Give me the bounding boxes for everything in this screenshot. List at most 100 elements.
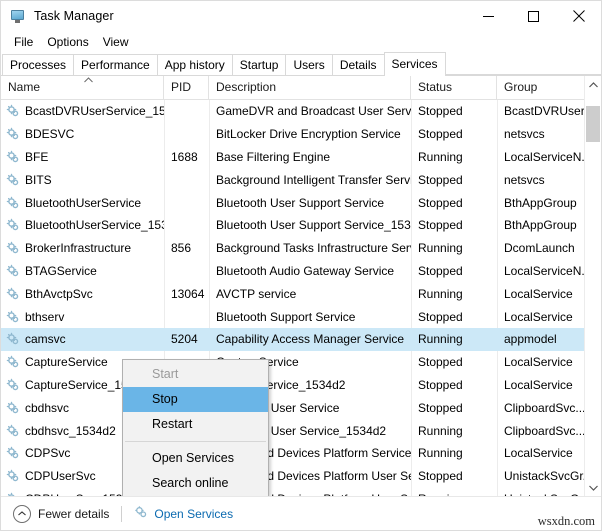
service-gear-icon [6, 287, 20, 301]
service-name-label: BTAGService [25, 263, 97, 278]
cell-name: BrokerInfrastructure [1, 241, 164, 255]
table-row[interactable]: CDPSvc Connected Devices Platform Service… [1, 442, 584, 465]
service-name-label: BFE [25, 149, 49, 164]
cell-status: Stopped [418, 400, 463, 415]
cell-pid: 5204 [171, 332, 198, 347]
table-row[interactable]: CaptureServiceCaptureServiceStoppedLocal… [1, 351, 584, 374]
maximize-button[interactable] [511, 1, 556, 31]
column-header-row: Name PID Description Status Group [1, 76, 601, 100]
scroll-up-button[interactable] [585, 76, 601, 93]
menu-options[interactable]: Options [40, 33, 95, 51]
chevron-up-icon [13, 504, 31, 523]
column-header-group[interactable]: Group [497, 76, 586, 99]
service-gear-icon [6, 310, 20, 324]
service-rows[interactable]: BcastDVRUserService_1534d2 GameDVR and Br… [1, 100, 584, 496]
cell-description: Background Intelligent Transfer Servi... [216, 172, 411, 187]
cell-status: Stopped [418, 218, 463, 233]
service-gear-icon [6, 196, 20, 210]
services-list: Name PID Description Status Group BcastD [1, 76, 601, 496]
service-gear-icon [6, 424, 20, 438]
column-header-name[interactable]: Name [1, 76, 164, 99]
cell-name: BFE [1, 150, 164, 164]
tab-app-history[interactable]: App history [156, 54, 233, 75]
tab-processes[interactable]: Processes [2, 54, 75, 75]
cell-status: Stopped [418, 195, 463, 210]
table-row[interactable]: bthserv Bluetooth Support Service Stopped L… [1, 305, 584, 328]
cell-name: BluetoothUserService_1534d2 [1, 218, 164, 232]
cell-status: Stopped [418, 127, 463, 142]
table-row[interactable]: BcastDVRUserService_1534d2 GameDVR and Br… [1, 100, 584, 123]
tab-strip: Processes Performance App history Startu… [1, 52, 601, 76]
cell-group: LocalService [504, 377, 573, 392]
table-row[interactable]: BDESVC BitLocker Drive Encryption Service… [1, 123, 584, 146]
service-name-label: CDPSvc [25, 446, 71, 461]
service-name-label: BDESVC [25, 127, 75, 142]
cell-group: BcastDVRUser... [504, 104, 584, 119]
table-row[interactable]: BrokerInfrastructure 856 Background Tasks … [1, 237, 584, 260]
context-menu-item-restart[interactable]: Restart [123, 412, 268, 437]
minimize-button[interactable] [466, 1, 511, 31]
table-row[interactable]: BluetoothUserService Bluetooth User Suppo… [1, 191, 584, 214]
table-row[interactable]: CDPUserSvc_1534d2Connected Devices Platf… [1, 488, 584, 496]
table-row[interactable]: cbdhsvc_1534d2 Clipboard User Service_153… [1, 419, 584, 442]
scrollbar-thumb[interactable] [586, 106, 600, 142]
table-row[interactable]: BITS Background Intelligent Transfer Serv… [1, 168, 584, 191]
context-menu-item-open-services[interactable]: Open Services [123, 446, 268, 471]
table-row[interactable]: BthAvctpSvc 13064 AVCTP service Running Loca… [1, 282, 584, 305]
table-row[interactable]: CaptureService_1534d2 CaptureService_1534… [1, 374, 584, 397]
menu-view[interactable]: View [96, 33, 136, 51]
service-gear-icon [6, 241, 20, 255]
cell-status: Running [418, 332, 463, 347]
service-name-label: BrokerInfrastructure [25, 241, 132, 256]
open-services-link[interactable]: Open Services [134, 505, 233, 522]
scroll-down-button[interactable] [585, 479, 601, 496]
cell-status: Running [418, 241, 463, 256]
cell-name: bthserv [1, 310, 164, 324]
tab-filler [444, 53, 601, 75]
task-manager-window: Task Manager File Options View Processes… [0, 0, 602, 531]
service-name-label: cbdhsvc [25, 400, 70, 415]
menu-file[interactable]: File [7, 33, 40, 51]
tab-performance[interactable]: Performance [73, 54, 158, 75]
cell-description: Bluetooth User Support Service [216, 195, 385, 210]
column-header-status[interactable]: Status [411, 76, 497, 99]
table-row[interactable]: BluetoothUserService_1534d2 Bluetooth Use… [1, 214, 584, 237]
context-menu-item-search-online[interactable]: Search online [123, 471, 268, 496]
cell-group: ClipboardSvc... [504, 423, 584, 438]
task-manager-icon [10, 8, 26, 24]
fewer-details-button[interactable]: Fewer details [13, 504, 109, 523]
tab-services[interactable]: Services [383, 52, 446, 76]
table-row[interactable]: CDPUserSvc Connected Devices Platform Use… [1, 465, 584, 488]
service-name-label: camsvc [25, 332, 66, 347]
table-row[interactable]: BTAGService Bluetooth Audio Gateway Servi… [1, 260, 584, 283]
cell-group: LocalServiceN... [504, 263, 584, 278]
table-row[interactable]: BFE 1688 Base Filtering Engine Running Local… [1, 146, 584, 169]
cell-group: netsvcs [504, 172, 545, 187]
context-menu-item-start: Start [152, 367, 179, 381]
cell-description: Background Tasks Infrastructure Serv... [216, 241, 411, 256]
column-header-description-label: Description [216, 80, 277, 94]
cell-group: UnistackSvcGr... [504, 469, 584, 484]
service-gear-icon [6, 332, 20, 346]
cell-description: BitLocker Drive Encryption Service [216, 127, 401, 142]
context-menu-item-stop[interactable]: Stop [123, 387, 268, 412]
cell-name: BcastDVRUserService_1534d2 [1, 104, 164, 118]
column-header-pid[interactable]: PID [164, 76, 209, 99]
tab-users[interactable]: Users [285, 54, 333, 75]
cell-pid: 856 [171, 241, 192, 256]
cell-description: Bluetooth Audio Gateway Service [216, 263, 395, 278]
cell-group: appmodel [504, 332, 557, 347]
tab-details[interactable]: Details [331, 54, 385, 75]
table-row[interactable]: cbdhsvc Clipboard User Service Stopped Clip… [1, 396, 584, 419]
table-row[interactable]: camsvc 5204 Capability Access Manager Serv… [1, 327, 584, 351]
service-context-menu[interactable]: Start Stop Restart Open Services Search onli… [122, 359, 269, 496]
sort-ascending-icon [84, 77, 93, 83]
vertical-scrollbar[interactable] [584, 76, 601, 496]
service-gear-icon [6, 378, 20, 392]
column-header-description[interactable]: Description [209, 76, 411, 99]
tab-startup[interactable]: Startup [231, 54, 287, 75]
cell-pid: 1688 [171, 149, 198, 164]
service-name-label: BthAvctpSvc [25, 286, 93, 301]
cell-status: Stopped [418, 263, 463, 278]
close-button[interactable] [556, 1, 601, 31]
